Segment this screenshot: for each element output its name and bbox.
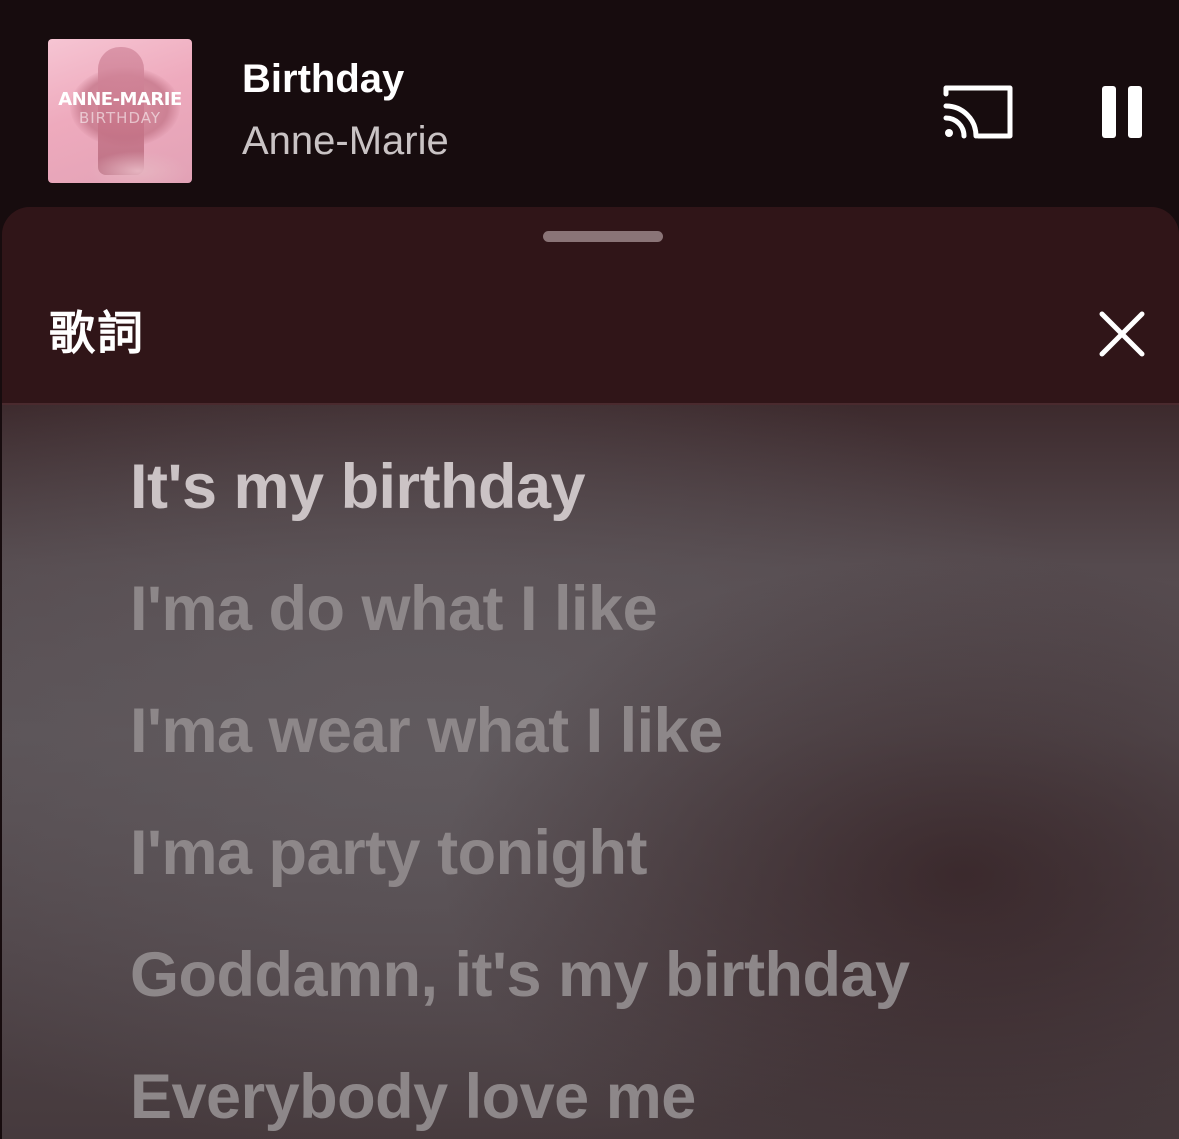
lyric-line[interactable]: I'ma do what I like <box>130 573 658 645</box>
track-artist[interactable]: Anne-Marie <box>242 118 449 164</box>
pause-icon-bar-left <box>1102 86 1116 138</box>
close-icon <box>1099 311 1145 357</box>
pause-button[interactable] <box>1096 82 1148 142</box>
lyrics-body[interactable]: It's my birthday I'ma do what I like I'm… <box>2 405 1179 1139</box>
lyrics-sheet-header: 歌詞 <box>2 207 1179 405</box>
mini-player[interactable]: ANNE-MARIE BIRTHDAY Birthday Anne-Marie <box>0 0 1179 208</box>
cast-icon <box>943 85 1013 139</box>
lyric-line[interactable]: Everybody love me <box>130 1061 696 1133</box>
close-button[interactable] <box>1096 308 1148 360</box>
lyric-line[interactable]: I'ma party tonight <box>130 817 648 889</box>
album-art-artist-text: ANNE-MARIE <box>58 89 182 110</box>
album-art[interactable]: ANNE-MARIE BIRTHDAY <box>48 39 192 183</box>
album-art-ruffle-bottom <box>88 151 188 183</box>
lyric-line[interactable]: Goddamn, it's my birthday <box>130 939 910 1011</box>
lyric-line-active[interactable]: It's my birthday <box>130 451 586 523</box>
lyrics-sheet-title: 歌詞 <box>49 306 145 360</box>
lyric-line[interactable]: I'ma wear what I like <box>130 695 723 767</box>
track-title[interactable]: Birthday <box>242 56 404 102</box>
album-art-title-text: BIRTHDAY <box>78 109 162 127</box>
drag-handle[interactable] <box>543 231 663 242</box>
lyrics-sheet: 歌詞 It's my birthday I'ma do what I like … <box>2 207 1179 1139</box>
cast-button[interactable] <box>940 80 1016 144</box>
pause-icon-bar-right <box>1128 86 1142 138</box>
